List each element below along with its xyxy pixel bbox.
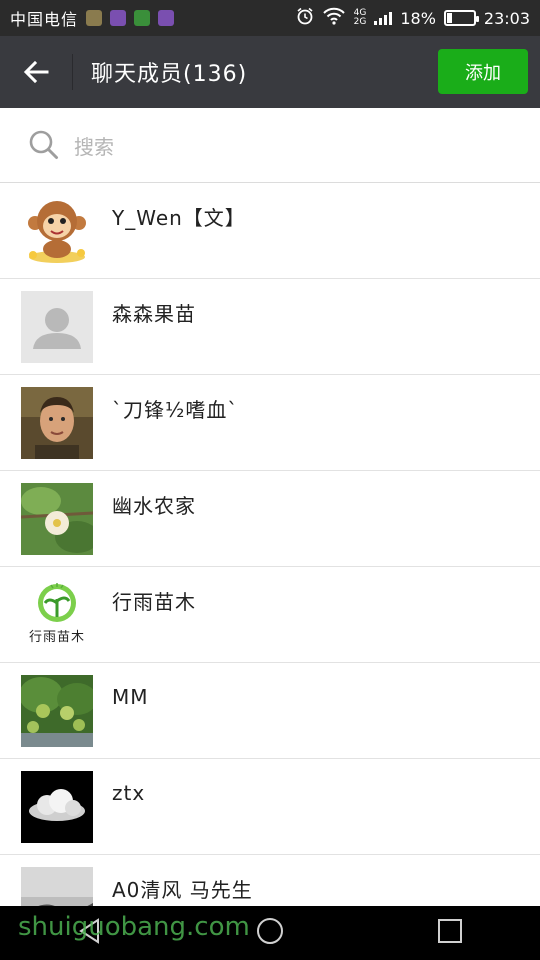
status-bar: 中国电信 4G 2G 18% 23:03 xyxy=(0,0,540,36)
list-item[interactable]: Y_Wen【文】 xyxy=(0,183,540,279)
avatar-logo-text: 行雨苗木 xyxy=(28,629,85,645)
network-type: 4G 2G xyxy=(354,9,367,27)
list-item[interactable]: `刀锋½嗜血` xyxy=(0,375,540,471)
default-person-avatar xyxy=(21,290,93,363)
back-button[interactable] xyxy=(0,36,72,108)
list-item[interactable]: 森森果苗 xyxy=(0,279,540,375)
member-name: ztx xyxy=(112,780,146,805)
network-2g-label: 2G xyxy=(353,17,367,27)
list-item[interactable]: MM xyxy=(0,663,540,759)
header-divider xyxy=(72,54,73,90)
fruit-tree-avatar xyxy=(21,674,93,747)
signal-icon xyxy=(374,11,393,25)
gallery-notification-icon xyxy=(110,10,127,26)
member-name: A0清风 马先生 xyxy=(112,878,253,902)
battery-icon xyxy=(443,10,479,26)
app-notification-icon xyxy=(134,10,151,26)
list-item[interactable]: 行雨苗木 行雨苗木 xyxy=(0,567,540,663)
carrier-label: 中国电信 xyxy=(10,10,79,29)
recent-apps-square-icon[interactable] xyxy=(436,917,464,949)
wifi-icon xyxy=(322,7,346,29)
home-circle-icon[interactable] xyxy=(255,916,285,950)
member-name: 森森果苗 xyxy=(112,302,196,326)
calendar-notification-icon xyxy=(158,10,175,26)
clock: 23:03 xyxy=(483,8,530,28)
search-placeholder: 搜索 xyxy=(74,134,114,159)
cloud-avatar xyxy=(21,770,93,843)
notification-icon xyxy=(86,10,103,26)
member-name: MM xyxy=(112,684,149,709)
battery-percent: 18% xyxy=(400,8,436,28)
search-input[interactable]: 搜索 xyxy=(0,108,540,183)
monkey-avatar xyxy=(21,194,93,267)
man-photo-avatar xyxy=(21,386,93,459)
list-item[interactable]: ztx xyxy=(0,759,540,855)
member-name: 幽水农家 xyxy=(112,494,196,518)
title-bar: 聊天成员(136) 添加 xyxy=(0,36,540,108)
search-icon xyxy=(29,130,58,159)
member-name: 行雨苗木 xyxy=(112,590,196,614)
alarm-icon xyxy=(296,7,314,29)
list-item[interactable]: 幽水农家 xyxy=(0,471,540,567)
green-logo-avatar: 行雨苗木 xyxy=(21,578,93,651)
member-list: Y_Wen【文】 森森果苗 `刀锋½嗜血` 幽水农家 行雨苗木 行雨苗木 MM … xyxy=(0,183,540,951)
watermark-text: shuiguobang.com xyxy=(18,912,250,942)
arrow-left-icon xyxy=(23,60,49,84)
member-name: Y_Wen【文】 xyxy=(112,206,246,230)
page-title: 聊天成员(136) xyxy=(91,62,248,87)
add-button[interactable]: 添加 xyxy=(438,49,528,94)
member-name: `刀锋½嗜血` xyxy=(112,398,239,422)
kiwi-flower-avatar xyxy=(21,482,93,555)
